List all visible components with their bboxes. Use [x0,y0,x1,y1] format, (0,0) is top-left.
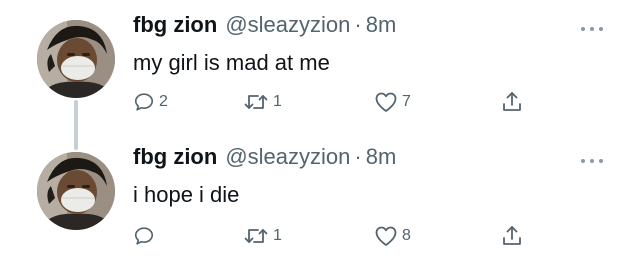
comment-icon [134,227,154,245]
tweet-thread: fbg zion @sleazyzion · 8m my girl is mad… [0,0,639,262]
timestamp[interactable]: 8m [366,144,397,170]
like-count: 7 [402,93,411,110]
tweet-actions: 2 1 7 [0,88,639,116]
more-icon[interactable] [581,156,603,166]
reply-button[interactable]: 2 [133,88,168,116]
separator-dot: · [354,144,362,169]
retweet-icon [244,95,268,109]
retweet-button[interactable]: 1 [243,88,282,116]
like-button[interactable]: 7 [374,88,411,116]
author-name[interactable]: fbg zion [133,12,217,38]
timestamp[interactable]: 8m [366,12,397,38]
retweet-button[interactable]: 1 [243,222,282,250]
avatar[interactable] [37,20,115,98]
separator-dot: · [354,12,362,37]
share-icon [503,226,521,245]
retweet-count: 1 [273,93,282,110]
author-handle[interactable]: @sleazyzion [225,144,350,170]
retweet-icon [244,229,268,243]
heart-icon [375,226,397,246]
author-name[interactable]: fbg zion [133,144,217,170]
like-button[interactable]: 8 [374,222,411,250]
tweet-header: fbg zion @sleazyzion · 8m [133,12,396,42]
tweet-header: fbg zion @sleazyzion · 8m [133,144,396,174]
tweet[interactable]: fbg zion @sleazyzion · 8m i hope i die 1… [0,128,639,262]
tweet-text: i hope i die [133,182,240,207]
heart-icon [375,92,397,112]
tweet-text: my girl is mad at me [133,50,330,75]
comment-icon [134,93,154,111]
avatar[interactable] [37,152,115,230]
tweet-actions: 1 8 [0,222,639,250]
reply-button[interactable] [133,222,159,250]
share-button[interactable] [500,88,524,116]
retweet-count: 1 [273,227,282,244]
reply-count: 2 [159,93,168,110]
share-icon [503,92,521,111]
share-button[interactable] [500,222,524,250]
tweet[interactable]: fbg zion @sleazyzion · 8m my girl is mad… [0,0,639,128]
more-icon[interactable] [581,24,603,34]
like-count: 8 [402,227,411,244]
author-handle[interactable]: @sleazyzion [225,12,350,38]
